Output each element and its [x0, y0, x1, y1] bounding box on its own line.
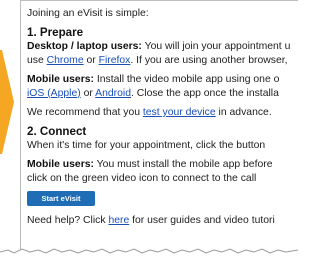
test-device-link[interactable]: test your device: [143, 107, 216, 118]
browser-instructions: use Chrome or Firefox. If you are using …: [27, 54, 298, 68]
torn-edge: [0, 246, 298, 260]
mobile-text: Install the video mobile app using one o: [93, 74, 280, 85]
connect-heading: 2. Connect: [27, 125, 87, 138]
desktop-label: Desktop / laptop users:: [27, 41, 142, 52]
recommend-instructions: We recommend that you test your device i…: [27, 106, 298, 120]
help-here-link[interactable]: here: [108, 215, 129, 226]
mobile-instructions: Mobile users: Install the video mobile a…: [27, 73, 298, 87]
orange-arrow-icon: [0, 50, 14, 154]
evisit-instructions-panel: Joining an eVisit is simple: 1. Prepare …: [20, 0, 298, 260]
app-store-instructions: iOS (Apple) or Android. Close the app on…: [27, 87, 298, 101]
or-text: or: [83, 55, 99, 66]
prepare-heading: 1. Prepare: [27, 26, 84, 39]
start-evisit-button[interactable]: Start eVisit: [27, 191, 95, 206]
instructions-content: Joining an eVisit is simple: 1. Prepare …: [27, 7, 298, 228]
desktop-instructions: Desktop / laptop users: You will join yo…: [27, 40, 298, 54]
browser-text: . If you are using another browser,: [130, 55, 288, 66]
green-icon-instructions: click on the green video icon to connect…: [27, 173, 257, 184]
recommend-text: We recommend that you: [27, 107, 143, 118]
mobile-label: Mobile users:: [27, 159, 94, 170]
mobile-label: Mobile users:: [27, 74, 94, 85]
advance-text: in advance.: [215, 107, 272, 118]
need-help-text: Need help? Click: [27, 215, 109, 226]
use-text: use: [27, 55, 47, 66]
or-text: or: [80, 88, 96, 99]
intro-text: Joining an eVisit is simple:: [27, 8, 149, 19]
screenshot: Joining an eVisit is simple: 1. Prepare …: [0, 0, 298, 260]
connect-instructions: When it's time for your appointment, cli…: [27, 140, 266, 151]
firefox-link[interactable]: Firefox: [99, 55, 131, 66]
android-link[interactable]: Android: [95, 88, 131, 99]
mobile-connect-instructions: Mobile users: You must install the mobil…: [27, 158, 298, 172]
user-guides-text: for user guides and video tutori: [129, 215, 275, 226]
mobile-connect-text: You must install the mobile app before: [93, 159, 273, 170]
help-text: Need help? Click here for user guides an…: [27, 214, 298, 228]
ios-link[interactable]: iOS (Apple): [27, 88, 81, 99]
close-app-text: . Close the app once the installa: [131, 88, 279, 99]
desktop-text: You will join your appointment u: [141, 41, 291, 52]
chrome-link[interactable]: Chrome: [47, 55, 84, 66]
